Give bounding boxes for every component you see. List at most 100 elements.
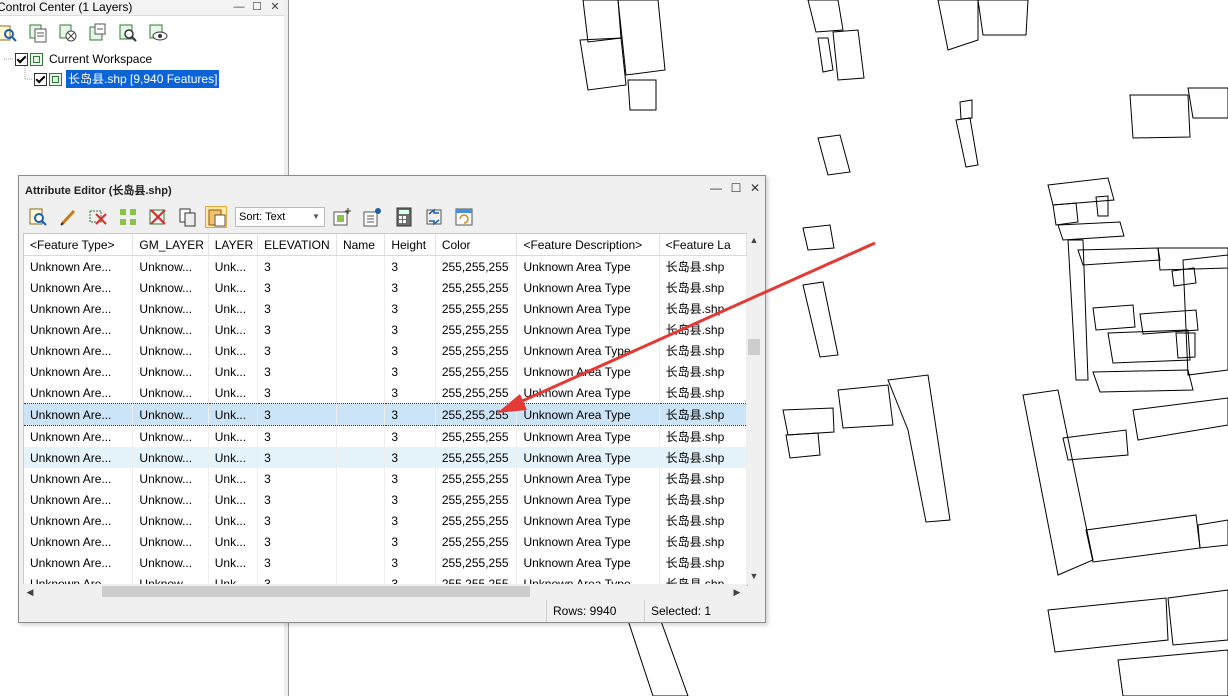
table-cell[interactable]: Unknown Area Type [516,319,660,340]
table-cell[interactable]: 长岛县.shp [659,531,747,552]
table-cell[interactable]: 3 [257,552,337,573]
column-header[interactable]: ELEVATION [257,234,337,256]
table-cell[interactable]: 长岛县.shp [659,340,747,361]
table-cell[interactable]: 长岛县.shp [659,298,747,319]
table-row[interactable]: Unknown Are... Unknow... Unk... 3 3 255,255,2… [24,361,747,382]
table-cell[interactable]: Unknown Are... [24,319,134,340]
table-cell[interactable]: 3 [384,531,436,552]
delete-feature-icon[interactable] [87,206,109,228]
table-cell[interactable]: 255,255,255 [435,298,518,319]
table-row[interactable]: Unknown Are... Unknow... Unk... 3 3 255,255,2… [24,425,747,447]
table-cell[interactable]: Unk... [208,403,259,426]
table-cell[interactable]: Unknown Are... [24,425,134,447]
table-row[interactable]: Unknown Are... Unknow... Unk... 3 3 255,255,2… [24,531,747,552]
table-cell[interactable]: 长岛县.shp [659,489,747,510]
attribute-table[interactable]: <Feature Type> GM_LAYER LAYER ELEVATION Name… [23,233,748,586]
table-cell[interactable]: Unknow... [132,552,209,573]
table-cell[interactable]: Unk... [208,489,259,510]
find-icon[interactable] [117,22,139,44]
column-header[interactable]: GM_LAYER [132,234,209,256]
table-cell[interactable]: Unknow... [132,361,209,382]
transform-icon[interactable] [423,206,445,228]
scroll-down-icon[interactable]: ▼ [747,569,761,583]
table-cell[interactable]: Unk... [208,298,259,319]
maximize-button[interactable]: ☐ [729,181,743,195]
attribute-editor-titlebar[interactable]: Attribute Editor (长岛县.shp) — ☐ ✕ [19,176,765,202]
table-cell[interactable]: Unknow... [132,340,209,361]
table-row[interactable]: Unknown Are... Unknow... Unk... 3 3 255,255,2… [24,298,747,319]
copy-icon[interactable] [177,206,199,228]
table-row[interactable]: Unknown Are... Unknow... Unk... 3 3 255,255,2… [24,319,747,340]
table-cell[interactable]: Unknown Area Type [516,403,660,426]
table-row[interactable]: Unknown Are... Unknow... Unk... 3 3 255,255,2… [24,489,747,510]
table-cell[interactable]: Unk... [208,340,259,361]
table-cell[interactable]: Unknown Are... [24,361,134,382]
table-cell[interactable]: Unknow... [132,489,209,510]
scroll-right-icon[interactable]: ▶ [730,585,744,599]
horizontal-scrollbar[interactable]: ◀ ▶ [23,584,746,599]
table-cell[interactable] [336,277,386,298]
table-cell[interactable]: 3 [384,489,436,510]
table-cell[interactable]: 3 [384,382,436,404]
table-cell[interactable]: Unknown Are... [24,447,134,468]
table-cell[interactable]: Unknown Are... [24,382,134,404]
table-row[interactable]: Unknown Are... Unknow... Unk... 3 3 255,255,2… [24,552,747,573]
table-cell[interactable]: Unknown Area Type [516,255,660,277]
table-cell[interactable] [336,447,386,468]
table-cell[interactable] [336,468,386,489]
table-cell[interactable]: 3 [257,361,337,382]
table-cell[interactable]: 3 [257,489,337,510]
table-row[interactable]: Unknown Are... Unknow... Unk... 3 3 255,255,2… [24,277,747,298]
column-header[interactable]: <Feature Type> [24,234,134,256]
column-header[interactable]: Height [384,234,436,256]
table-cell[interactable]: 3 [384,319,436,340]
table-cell[interactable]: Unknown Area Type [516,298,660,319]
zoom-layer-icon[interactable] [0,22,18,44]
table-cell[interactable]: 3 [257,403,337,426]
table-cell[interactable]: Unknow... [132,382,209,404]
table-cell[interactable]: 3 [384,298,436,319]
table-cell[interactable]: Unknown Are... [24,277,134,298]
table-cell[interactable]: 255,255,255 [435,531,518,552]
table-cell[interactable]: 255,255,255 [435,319,518,340]
table-cell[interactable]: Unknown Are... [24,489,134,510]
table-cell[interactable] [336,425,386,447]
table-cell[interactable]: Unknown Are... [24,340,134,361]
table-cell[interactable]: 长岛县.shp [659,319,747,340]
table-cell[interactable]: 3 [257,447,337,468]
search-icon[interactable] [27,206,49,228]
table-cell[interactable]: Unk... [208,552,259,573]
table-cell[interactable]: 255,255,255 [435,489,518,510]
table-row[interactable]: Unknown Are... Unknow... Unk... 3 3 255,255,2… [24,447,747,468]
horizontal-scroll-thumb[interactable] [102,586,530,597]
column-header[interactable]: <Feature La [659,234,747,256]
chevron-down-icon[interactable]: ▼ [310,208,322,226]
table-cell[interactable]: 3 [384,361,436,382]
remove-layer-icon[interactable] [57,22,79,44]
table-cell[interactable]: Unknown Area Type [516,447,660,468]
scroll-left-icon[interactable]: ◀ [23,585,37,599]
table-cell[interactable]: 长岛县.shp [659,447,747,468]
table-cell[interactable]: 255,255,255 [435,361,518,382]
table-cell[interactable]: Unknown Area Type [516,468,660,489]
table-cell[interactable]: 长岛县.shp [659,277,747,298]
table-cell[interactable]: 3 [257,277,337,298]
table-cell[interactable]: 3 [257,298,337,319]
table-cell[interactable] [336,361,386,382]
table-cell[interactable]: 3 [257,468,337,489]
tree-item-workspace[interactable]: Current Workspace [0,50,200,68]
scroll-up-icon[interactable]: ▲ [747,233,761,247]
table-cell[interactable]: 3 [257,340,337,361]
table-cell[interactable]: Unknow... [132,510,209,531]
table-cell[interactable] [336,531,386,552]
table-cell[interactable]: 3 [384,510,436,531]
table-cell[interactable]: 长岛县.shp [659,552,747,573]
table-cell[interactable]: Unk... [208,468,259,489]
table-cell[interactable]: 3 [384,403,436,426]
table-cell[interactable]: Unk... [208,255,259,277]
table-cell[interactable]: Unknown Area Type [516,489,660,510]
table-cell[interactable]: Unknow... [132,531,209,552]
table-cell[interactable]: Unknown Area Type [516,361,660,382]
table-cell[interactable]: 3 [257,382,337,404]
table-cell[interactable]: 3 [384,255,436,277]
